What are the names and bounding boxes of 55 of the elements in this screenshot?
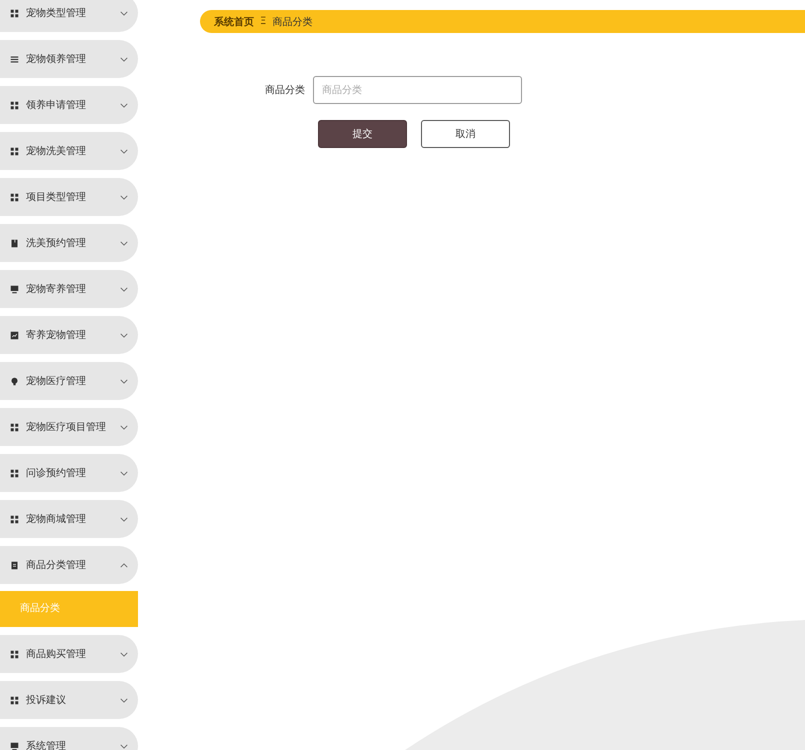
menu-item[interactable]: 宠物类型管理 [0, 0, 138, 32]
menu-item[interactable]: 宠物寄养管理 [0, 270, 138, 308]
menu-label: 商品分类管理 [26, 558, 87, 572]
book-icon [10, 238, 19, 248]
menu-label: 问诊预约管理 [26, 467, 87, 480]
menu-item[interactable]: 宠物商城管理 [0, 500, 138, 538]
menu-label: 系统管理 [26, 740, 67, 750]
grid-icon [10, 100, 19, 110]
grid-icon [10, 696, 19, 704]
menu-label: 宠物寄养管理 [26, 282, 87, 296]
grid-icon [10, 192, 19, 202]
field-label: 商品分类 [264, 84, 306, 97]
list-icon [10, 54, 19, 64]
monitor-icon [10, 284, 19, 294]
menu-label: 项目类型管理 [26, 190, 87, 204]
menu-item[interactable]: 领养申请管理 [0, 86, 138, 124]
submit-button[interactable]: 提交 [318, 120, 407, 148]
menu-item[interactable]: 问诊预约管理 [0, 454, 138, 492]
menu-item[interactable]: 系统管理 [0, 727, 138, 750]
menu-label: 宠物医疗项目管理 [26, 420, 107, 434]
menu-item[interactable]: 宠物医疗管理 [0, 362, 138, 400]
menu-label: 投诉建议 [26, 694, 67, 707]
menu-label: 寄养宠物管理 [26, 328, 87, 342]
menu-label: 洗美预约管理 [26, 236, 87, 250]
menu-item[interactable]: 洗美预约管理 [0, 224, 138, 262]
document-icon [10, 560, 19, 570]
menu-item[interactable]: 宠物领养管理 [0, 40, 138, 78]
menu-item[interactable]: 宠物洗美管理 [0, 132, 138, 170]
grid-icon [10, 514, 19, 524]
menu-label: 宠物洗美管理 [26, 144, 87, 158]
breadcrumb-current: 商品分类 [272, 16, 312, 28]
menu-label: 商品购买管理 [26, 648, 87, 661]
menu-item[interactable]: 投诉建议 [0, 681, 138, 719]
menu-label: 宠物类型管理 [26, 6, 87, 20]
input-field[interactable]: 商品分类 [313, 76, 522, 104]
chart-icon [10, 330, 19, 340]
menu-item[interactable]: 商品分类管理 [0, 546, 138, 584]
menu-label: 宠物领养管理 [26, 52, 87, 66]
menu-item[interactable]: 寄养宠物管理 [0, 316, 138, 354]
grid-icon [10, 650, 19, 658]
menu-label: 宠物医疗管理 [26, 374, 87, 388]
menu-label: 宠物商城管理 [26, 512, 87, 526]
menu-item[interactable]: 项目类型管理 [0, 178, 138, 216]
menu-item[interactable]: 宠物医疗项目管理 [0, 408, 138, 446]
menu-label: 领养申请管理 [26, 98, 87, 112]
cancel-button[interactable]: 取消 [421, 120, 510, 148]
grid-icon [10, 8, 19, 18]
menu-item[interactable]: 商品购买管理 [0, 635, 138, 673]
grid-icon [10, 468, 19, 478]
grid-icon [10, 146, 19, 156]
breadcrumb-link[interactable]: 系统首页 [214, 14, 254, 28]
monitor-icon [10, 742, 19, 750]
breadcrumb-separator: Ξ [260, 16, 266, 27]
grid-icon [10, 422, 19, 432]
bulb-icon [10, 376, 19, 386]
